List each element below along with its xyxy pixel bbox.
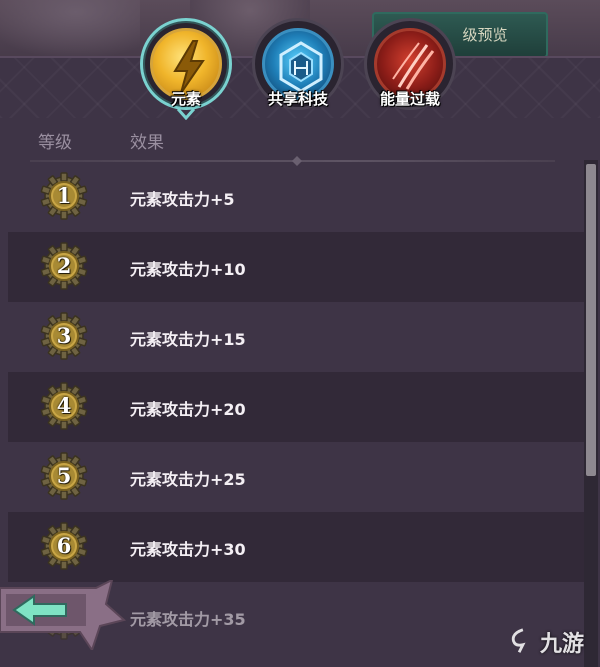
- effect-text: 元素攻击力+10: [130, 260, 246, 279]
- level-badge: 4: [40, 382, 88, 430]
- tab-energy-overload[interactable]: 能量过载: [364, 18, 456, 110]
- table-row: 3 元素攻击力+15: [8, 302, 584, 372]
- level-badge: 5: [40, 452, 88, 500]
- tab-element[interactable]: 元素: [140, 18, 232, 110]
- level-badge: 3: [40, 312, 88, 360]
- level-number: 6: [56, 533, 72, 558]
- level-number: 5: [56, 463, 72, 488]
- level-number: 4: [56, 393, 72, 418]
- tab-energy-overload-label: 能量过载: [379, 90, 440, 108]
- watermark-logo-icon: [511, 628, 526, 653]
- effect-text: 元素攻击力+20: [130, 400, 246, 419]
- watermark-text: 九游: [540, 632, 585, 657]
- tab-element-label: 元素: [170, 90, 201, 108]
- level-badge: 1: [40, 172, 88, 220]
- level-number: 2: [56, 253, 72, 278]
- table-row: 2 元素攻击力+10: [8, 232, 584, 302]
- table-row: 1 元素攻击力+5: [8, 162, 584, 232]
- effect-column-header: 效果: [130, 133, 164, 153]
- table-row: 4 元素攻击力+20: [8, 372, 584, 442]
- upgrade-preview-label: 级预览: [462, 27, 508, 44]
- tab-shared-tech-label: 共享科技: [267, 90, 328, 108]
- level-badge: 6: [40, 522, 88, 570]
- back-button[interactable]: [0, 580, 128, 650]
- upgrade-screen: 级预览 元素 共享科技 能量过载 等级 效果 1 元素攻击力+5 2 元素攻击力…: [0, 0, 600, 667]
- effect-text: 元素攻击力+30: [130, 540, 246, 559]
- effect-text: 元素攻击力+25: [130, 470, 246, 489]
- level-badge: 2: [40, 242, 88, 290]
- scrollbar-thumb[interactable]: [586, 164, 596, 476]
- effect-text: 元素攻击力+5: [130, 190, 235, 209]
- background-decoration: [0, 0, 140, 60]
- level-column-header: 等级: [38, 133, 72, 153]
- effect-text: 元素攻击力+15: [130, 330, 246, 349]
- level-number: 1: [56, 183, 72, 208]
- level-number: 3: [56, 323, 72, 348]
- tab-shared-tech[interactable]: 共享科技: [252, 18, 344, 110]
- selected-tab-pointer: [177, 108, 195, 120]
- watermark: 九游: [506, 624, 598, 660]
- table-row: 5 元素攻击力+25: [8, 442, 584, 512]
- table-row: 6 元素攻击力+30: [8, 512, 584, 582]
- effect-text: 元素攻击力+35: [130, 610, 246, 629]
